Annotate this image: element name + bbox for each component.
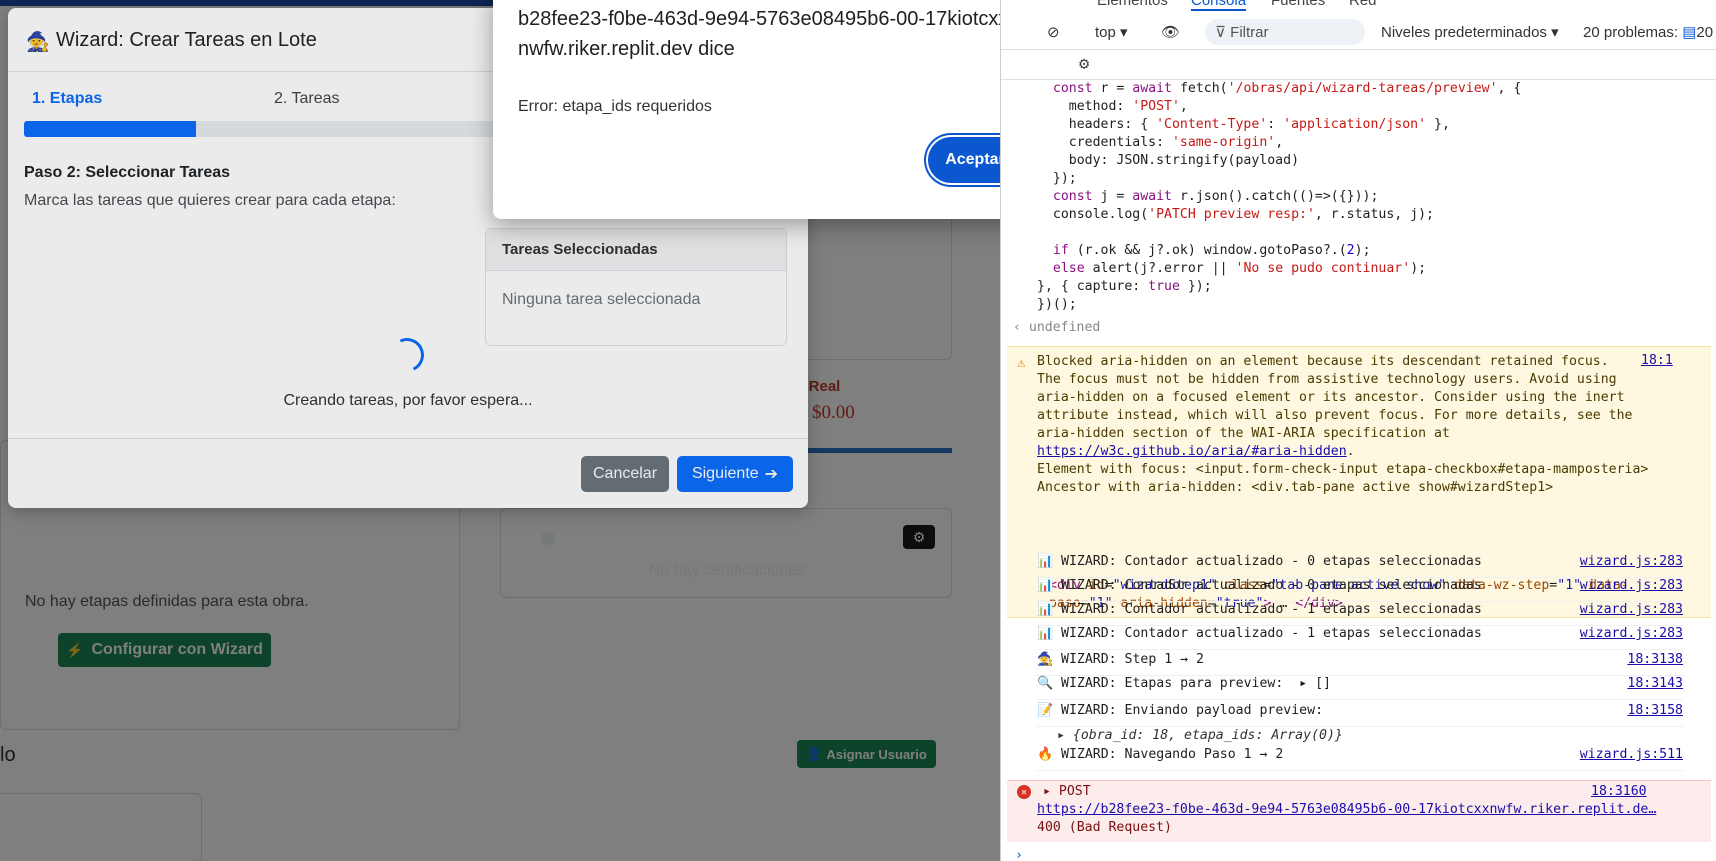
alert-origin: b28fee23-f0be-463d-9e94-5763e08495b6-00-…	[518, 8, 1009, 60]
warning-icon: ⚠	[1017, 355, 1026, 371]
log-message: WIZARD: Enviando payload preview:	[1061, 703, 1324, 718]
alert-message: Error: etapa_ids requeridos	[518, 98, 712, 115]
console-output: const r = await fetch('/obras/api/wizard…	[1001, 80, 1716, 861]
console-log-row: 🧙 WIZARD: Step 1 → 2 18:3138	[1037, 652, 1683, 676]
tab-consola[interactable]: Consola	[1191, 0, 1247, 11]
problems-link[interactable]: 20 problemas: ▤20	[1583, 23, 1713, 41]
context-select[interactable]: top ▾	[1095, 23, 1128, 41]
console-log-row: 📊 WIZARD: Contador actualizado - 0 etapas…	[1037, 578, 1683, 602]
log-message: WIZARD: Contador actualizado - 0 etapas …	[1061, 554, 1482, 569]
eye-icon[interactable]: 👁	[1161, 23, 1180, 41]
console-log-row: 📊 WIZARD: Contador actualizado - 1 etapas…	[1037, 626, 1683, 650]
error-url-link[interactable]: https://b28fee23-f0be-463d-9e94-5763e084…	[1037, 802, 1677, 817]
console-log-row: 📊 WIZARD: Contador actualizado - 1 etapas…	[1037, 602, 1683, 626]
log-source-link[interactable]: wizard.js:283	[1580, 602, 1683, 617]
console-code: const r = await fetch('/obras/api/wizard…	[1037, 81, 1522, 312]
log-source-link[interactable]: wizard.js:511	[1580, 747, 1683, 762]
log-message: WIZARD: Contador actualizado - 0 etapas …	[1061, 578, 1482, 593]
log-source-link[interactable]: wizard.js:283	[1580, 626, 1683, 641]
log-source-link[interactable]: 18:3143	[1627, 676, 1683, 691]
log-source-link[interactable]: 18:3158	[1627, 703, 1683, 718]
filter-input[interactable]: ⊽ Filtrar	[1205, 19, 1365, 45]
log-emoji-icon: 📊	[1037, 626, 1054, 641]
warning-source-link[interactable]: 18:1	[1641, 353, 1673, 368]
log-emoji-icon: 🧙	[1037, 652, 1054, 667]
alert-dialog: b28fee23-f0be-463d-9e94-5763e08495b6-00-…	[493, 0, 1023, 219]
console-toolbar: ⊘ top ▾ 👁 ⊽ Filtrar Niveles predetermina…	[1001, 14, 1716, 50]
devtools-tabs: Elementos Consola Fuentes Red	[1001, 0, 1716, 12]
levels-label: Niveles predeterminados	[1381, 24, 1547, 41]
log-message: WIZARD: Navegando Paso 1 → 2	[1061, 747, 1284, 762]
log-emoji-icon: 🔍	[1037, 676, 1054, 691]
devtools-panel: Elementos Consola Fuentes Red ⊘ top ▾ 👁 …	[1000, 0, 1716, 861]
error-source-link[interactable]: 18:3160	[1591, 784, 1647, 799]
log-source-link[interactable]: wizard.js:283	[1580, 578, 1683, 593]
levels-select[interactable]: Niveles predeterminados ▾	[1381, 23, 1559, 41]
log-emoji-icon: 📊	[1037, 602, 1054, 617]
tab-fuentes[interactable]: Fuentes	[1271, 0, 1325, 9]
return-value: ‹ undefined	[1013, 320, 1101, 335]
log-emoji-icon: 🔥	[1037, 747, 1054, 762]
log-emoji-icon: 📊	[1037, 554, 1054, 569]
problems-count: 20	[1696, 24, 1714, 41]
warning-text: Blocked aria-hidden on an element becaus…	[1037, 354, 1649, 495]
log-emoji-icon: 📊	[1037, 578, 1054, 593]
log-message: WIZARD: Contador actualizado - 1 etapas …	[1061, 602, 1482, 617]
log-message: WIZARD: Step 1 → 2	[1061, 652, 1204, 667]
context-label: top	[1095, 24, 1116, 41]
post-error: ✕ ▸ POST 18:3160 https://b28fee23-f0be-4…	[1007, 780, 1711, 842]
problems-label: 20 problemas:	[1583, 24, 1679, 41]
tab-red[interactable]: Red	[1349, 0, 1377, 9]
aria-spec-link[interactable]: https://w3c.github.io/aria/#aria-hidden	[1037, 444, 1347, 459]
return-value-text: undefined	[1028, 320, 1101, 335]
filter-placeholder: Filtrar	[1230, 24, 1269, 41]
warning-line-3: Element with focus: <input.form-check-in…	[1037, 462, 1649, 495]
log-source-link[interactable]: 18:3138	[1627, 652, 1683, 667]
log-message: WIZARD: Etapas para preview: ▸ []	[1061, 676, 1331, 691]
error-method[interactable]: ▸ POST	[1043, 784, 1091, 799]
console-settings-bar: ⚙	[1001, 50, 1716, 80]
console-log-row: 🔥 WIZARD: Navegando Paso 1 → 2 wizard.js:5…	[1037, 747, 1683, 771]
warning-line-1: Blocked aria-hidden on an element becaus…	[1037, 354, 1609, 369]
warning-line-2: The focus must not be hidden from assist…	[1037, 372, 1633, 441]
log-message: WIZARD: Contador actualizado - 1 etapas …	[1061, 626, 1482, 641]
error-status: 400 (Bad Request)	[1037, 820, 1172, 835]
log-emoji-icon: 📝	[1037, 703, 1054, 718]
tab-elementos[interactable]: Elementos	[1097, 0, 1168, 9]
settings-gear-icon[interactable]: ⚙	[1079, 54, 1089, 74]
error-icon: ✕	[1017, 785, 1031, 799]
console-prompt[interactable]: ›	[1015, 848, 1023, 861]
console-log-row: 🔍 WIZARD: Etapas para preview: ▸ [] 18:314…	[1037, 676, 1683, 700]
log-source-link[interactable]: wizard.js:283	[1580, 554, 1683, 569]
console-log-row: 📊 WIZARD: Contador actualizado - 0 etapas…	[1037, 554, 1683, 578]
console-log-row: 📝 WIZARD: Enviando payload preview: 18:315…	[1037, 703, 1683, 727]
clear-console-icon[interactable]: ⊘	[1047, 23, 1060, 41]
payload-object[interactable]: ▸ {obra_id: 18, etapa_ids: Array(0)}	[1057, 728, 1343, 743]
